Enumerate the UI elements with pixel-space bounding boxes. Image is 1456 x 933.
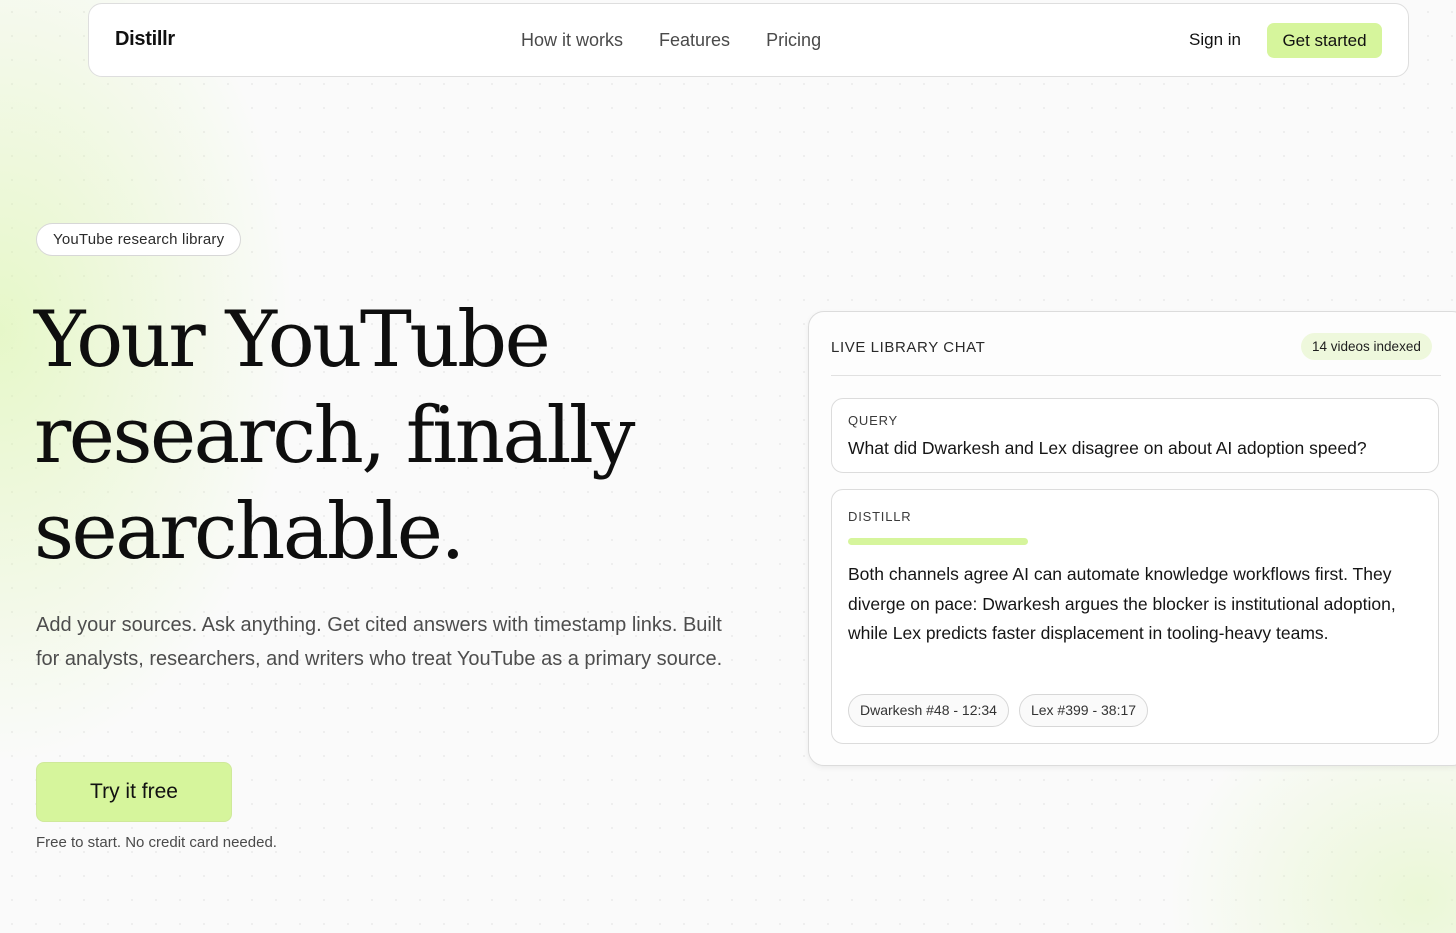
nav-link-pricing[interactable]: Pricing — [766, 30, 821, 51]
query-text: What did Dwarkesh and Lex disagree on ab… — [848, 438, 1367, 458]
citation-chip[interactable]: Dwarkesh #48 - 12:34 — [848, 694, 1009, 727]
card-title: LIVE LIBRARY CHAT — [831, 339, 986, 356]
hero-subcopy: Add your sources. Ask anything. Get cite… — [36, 614, 723, 670]
card-divider — [831, 375, 1441, 376]
headline-line-1: Your YouTube — [34, 295, 551, 385]
citation-chip[interactable]: Lex #399 - 38:17 — [1018, 694, 1149, 727]
fine-print: Free to start. No credit card needed. — [36, 834, 277, 851]
get-started-button[interactable]: Get started — [1267, 23, 1382, 58]
hero-headline: Your YouTube research, finally searchabl… — [34, 292, 674, 580]
query-box: QUERY What did Dwarkesh and Lex disagree… — [831, 398, 1439, 473]
category-pill: YouTube research library — [36, 223, 242, 256]
sign-in-link[interactable]: Sign in — [1189, 30, 1241, 50]
headline-line-3: searchable. — [34, 487, 465, 577]
answer-label: DISTILLR — [848, 509, 912, 524]
live-library-chat-card: LIVE LIBRARY CHAT 14 videos indexed QUER… — [808, 311, 1456, 766]
query-label: QUERY — [848, 413, 898, 428]
answer-text: Both channels agree AI can automate know… — [848, 564, 1396, 643]
answer-box: DISTILLR Both channels agree AI can auto… — [831, 489, 1439, 744]
nav-link-how-it-works[interactable]: How it works — [521, 30, 623, 51]
brand-logo[interactable]: Distillr — [115, 28, 175, 51]
try-it-free-button[interactable]: Try it free — [36, 762, 232, 822]
videos-indexed-badge: 14 videos indexed — [1301, 333, 1432, 360]
top-nav: Distillr How it works Features Pricing S… — [88, 3, 1409, 77]
answer-accent-bar — [848, 538, 1028, 545]
citation-list: Dwarkesh #48 - 12:34 Lex #399 - 38:17 — [848, 694, 1149, 727]
headline-line-2: research, finally — [34, 391, 635, 481]
nav-links: How it works Features Pricing — [521, 30, 821, 51]
nav-link-features[interactable]: Features — [659, 30, 730, 51]
